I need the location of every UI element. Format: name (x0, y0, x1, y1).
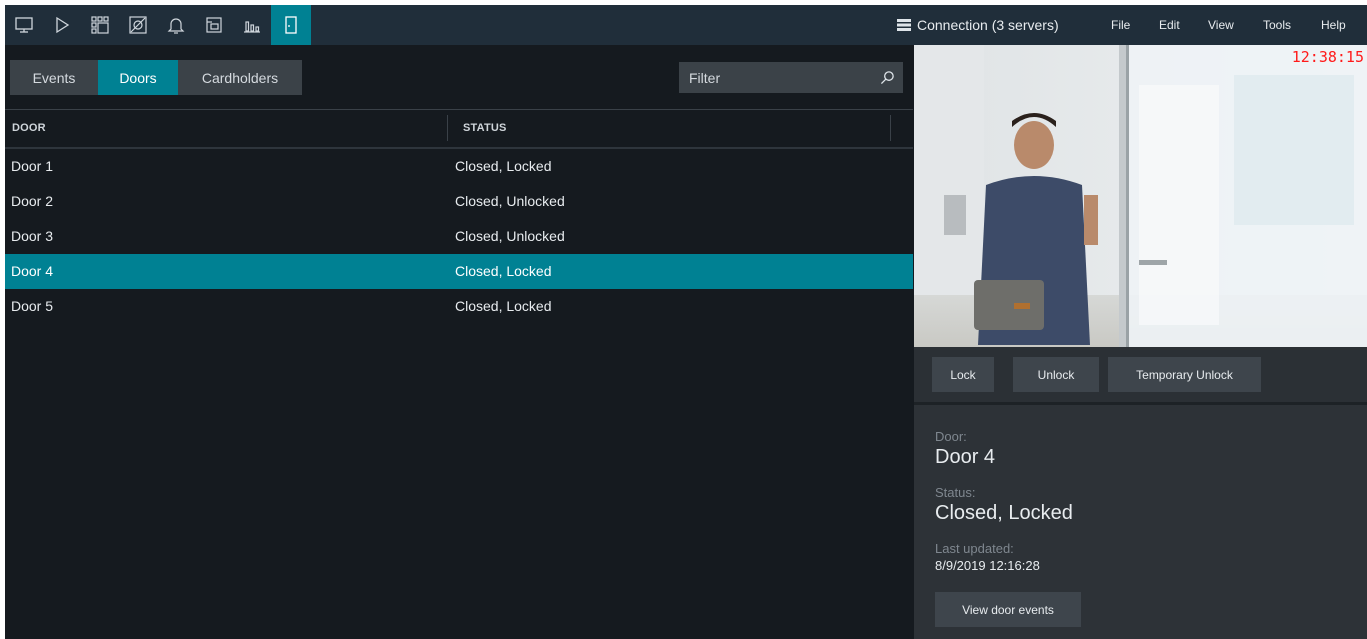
table-header: DOOR STATUS (5, 110, 913, 147)
table-row[interactable]: Door 1 Closed, Locked (5, 149, 913, 184)
app-window: Connection (3 servers) File Edit View To… (5, 5, 1367, 639)
door-label: Door: (935, 429, 967, 444)
search-icon[interactable] (880, 70, 895, 85)
camera-timestamp: 12:38:15 (1291, 48, 1364, 66)
tab-bar: Events Doors Cardholders (10, 60, 302, 95)
door-status: Closed, Locked (455, 298, 552, 314)
camera-view[interactable]: 12:38:15 (914, 45, 1367, 347)
layout-grid-icon[interactable] (81, 5, 119, 45)
table-row-selected[interactable]: Door 4 Closed, Locked (5, 254, 913, 289)
door-name: Door 1 (11, 158, 54, 174)
connection-label: Connection (3 servers) (917, 17, 1059, 33)
door-actions: Lock Unlock Temporary Unlock (914, 347, 1367, 402)
tab-doors[interactable]: Doors (98, 60, 178, 95)
archive-icon[interactable] (195, 5, 233, 45)
doors-panel: Events Doors Cardholders DOOR STATUS Doo… (5, 45, 913, 639)
table-row[interactable]: Door 5 Closed, Locked (5, 289, 913, 324)
menu-view[interactable]: View (1208, 5, 1234, 45)
door-details-panel: 12:38:15 Lock Unlock Temporary Unlock Do… (914, 45, 1367, 639)
door-status: Closed, Locked (455, 158, 552, 174)
door-info: Door: Door 4 Status: Closed, Locked Last… (914, 405, 1367, 639)
last-updated-value: 8/9/2019 12:16:28 (935, 558, 1040, 573)
table-row[interactable]: Door 3 Closed, Unlocked (5, 219, 913, 254)
column-header-status[interactable]: STATUS (463, 122, 507, 134)
column-divider[interactable] (447, 115, 448, 141)
view-door-events-button[interactable]: View door events (935, 592, 1081, 627)
search-camera-icon[interactable] (119, 5, 157, 45)
table-row[interactable]: Door 2 Closed, Unlocked (5, 184, 913, 219)
bell-icon[interactable] (157, 5, 195, 45)
door-status: Closed, Unlocked (455, 228, 565, 244)
door-status: Closed, Locked (455, 263, 552, 279)
last-updated-label: Last updated: (935, 541, 1014, 556)
door-value: Door 4 (935, 446, 996, 468)
filter-box (679, 62, 903, 93)
menu-edit[interactable]: Edit (1159, 5, 1180, 45)
top-toolbar: Connection (3 servers) File Edit View To… (5, 5, 1367, 45)
unlock-button[interactable]: Unlock (1013, 357, 1099, 392)
status-label: Status: (935, 485, 976, 500)
tab-cardholders[interactable]: Cardholders (178, 60, 302, 95)
filter-input[interactable] (687, 68, 880, 87)
door-status: Closed, Unlocked (455, 193, 565, 209)
play-icon[interactable] (43, 5, 81, 45)
lock-button[interactable]: Lock (932, 357, 994, 392)
door-name: Door 5 (11, 298, 54, 314)
doors-table-body: Door 1 Closed, Locked Door 2 Closed, Unl… (5, 149, 913, 324)
menu-help[interactable]: Help (1321, 5, 1346, 45)
servers-icon (897, 19, 911, 31)
chart-icon[interactable] (233, 5, 271, 45)
column-header-door[interactable]: DOOR (12, 122, 46, 134)
door-name: Door 2 (11, 193, 54, 209)
door-icon[interactable] (271, 5, 311, 45)
column-divider[interactable] (890, 115, 891, 141)
menu-file[interactable]: File (1111, 5, 1130, 45)
status-value: Closed, Locked (935, 502, 1073, 524)
door-name: Door 4 (11, 263, 54, 279)
connection-status[interactable]: Connection (3 servers) (897, 5, 1059, 45)
menu-tools[interactable]: Tools (1263, 5, 1291, 45)
monitor-icon[interactable] (5, 5, 43, 45)
tab-events[interactable]: Events (10, 60, 98, 95)
temporary-unlock-button[interactable]: Temporary Unlock (1108, 357, 1261, 392)
camera-image (914, 45, 1367, 347)
door-name: Door 3 (11, 228, 54, 244)
